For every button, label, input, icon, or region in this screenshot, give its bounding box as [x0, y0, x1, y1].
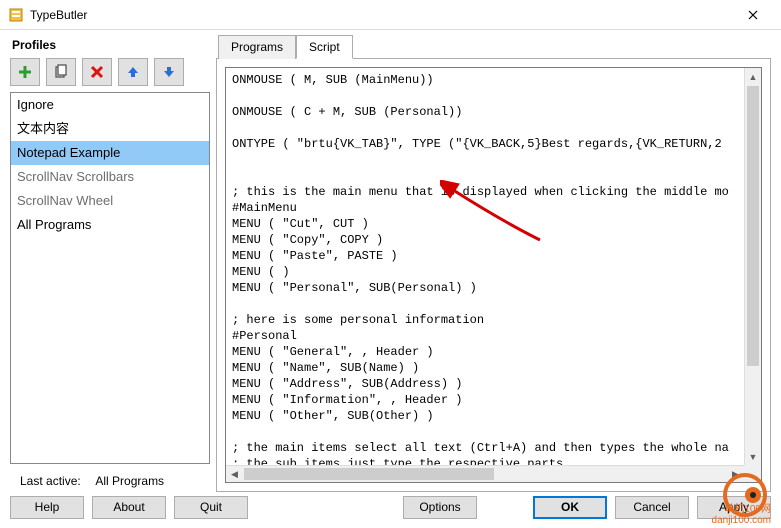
profile-item[interactable]: ScrollNav Scrollbars	[11, 165, 209, 189]
help-button[interactable]: Help	[10, 496, 84, 519]
scroll-up-arrow-icon[interactable]: ▲	[745, 68, 761, 85]
profile-item[interactable]: 文本内容	[11, 117, 209, 141]
delete-profile-button[interactable]	[82, 58, 112, 86]
add-profile-button[interactable]	[10, 58, 40, 86]
titlebar: TypeButler	[0, 0, 781, 30]
move-up-button[interactable]	[118, 58, 148, 86]
copy-profile-button[interactable]	[46, 58, 76, 86]
profile-item[interactable]: Ignore	[11, 93, 209, 117]
last-active-label: Last active:	[20, 474, 81, 488]
ok-button[interactable]: OK	[533, 496, 607, 519]
last-active-row: Last active: All Programs	[10, 464, 210, 492]
profile-item[interactable]: All Programs	[11, 213, 209, 237]
cancel-button[interactable]: Cancel	[615, 496, 689, 519]
footer: Help About Quit Options OK Cancel Apply	[0, 492, 781, 526]
vertical-scroll-thumb[interactable]	[747, 86, 759, 366]
profile-list[interactable]: Ignore文本内容Notepad ExampleScrollNav Scrol…	[10, 92, 210, 464]
scroll-left-arrow-icon[interactable]: ◀	[226, 466, 243, 482]
script-editor[interactable]: ONMOUSE ( M, SUB (MainMenu)) ONMOUSE ( C…	[225, 67, 762, 483]
right-panel: Programs Script ONMOUSE ( M, SUB (MainMe…	[216, 34, 771, 492]
profiles-header: Profiles	[10, 34, 210, 58]
app-icon	[8, 7, 24, 23]
profile-item[interactable]: ScrollNav Wheel	[11, 189, 209, 213]
scroll-corner	[744, 465, 761, 482]
apply-button[interactable]: Apply	[697, 496, 771, 519]
script-text[interactable]: ONMOUSE ( M, SUB (MainMenu)) ONMOUSE ( C…	[226, 68, 744, 465]
options-button[interactable]: Options	[403, 496, 477, 519]
scroll-down-arrow-icon[interactable]: ▼	[745, 448, 761, 465]
quit-button[interactable]: Quit	[174, 496, 248, 519]
tabs: Programs Script	[218, 35, 771, 59]
scroll-right-arrow-icon[interactable]: ▶	[727, 466, 744, 482]
vertical-scrollbar[interactable]: ▲ ▼	[744, 68, 761, 465]
profiles-panel: Profiles Ignore文本内容Notepad ExampleScroll…	[10, 34, 210, 492]
horizontal-scrollbar[interactable]: ◀ ▶	[226, 465, 744, 482]
profile-item[interactable]: Notepad Example	[11, 141, 209, 165]
window-title: TypeButler	[30, 8, 733, 22]
content-area: Profiles Ignore文本内容Notepad ExampleScroll…	[0, 30, 781, 492]
script-pane: ONMOUSE ( M, SUB (MainMenu)) ONMOUSE ( C…	[216, 58, 771, 492]
last-active-value: All Programs	[95, 474, 164, 488]
move-down-button[interactable]	[154, 58, 184, 86]
profiles-toolbar	[10, 58, 210, 92]
tab-script[interactable]: Script	[296, 35, 353, 59]
horizontal-scroll-thumb[interactable]	[244, 468, 494, 480]
close-button[interactable]	[733, 1, 773, 29]
about-button[interactable]: About	[92, 496, 166, 519]
tab-programs[interactable]: Programs	[218, 35, 296, 59]
